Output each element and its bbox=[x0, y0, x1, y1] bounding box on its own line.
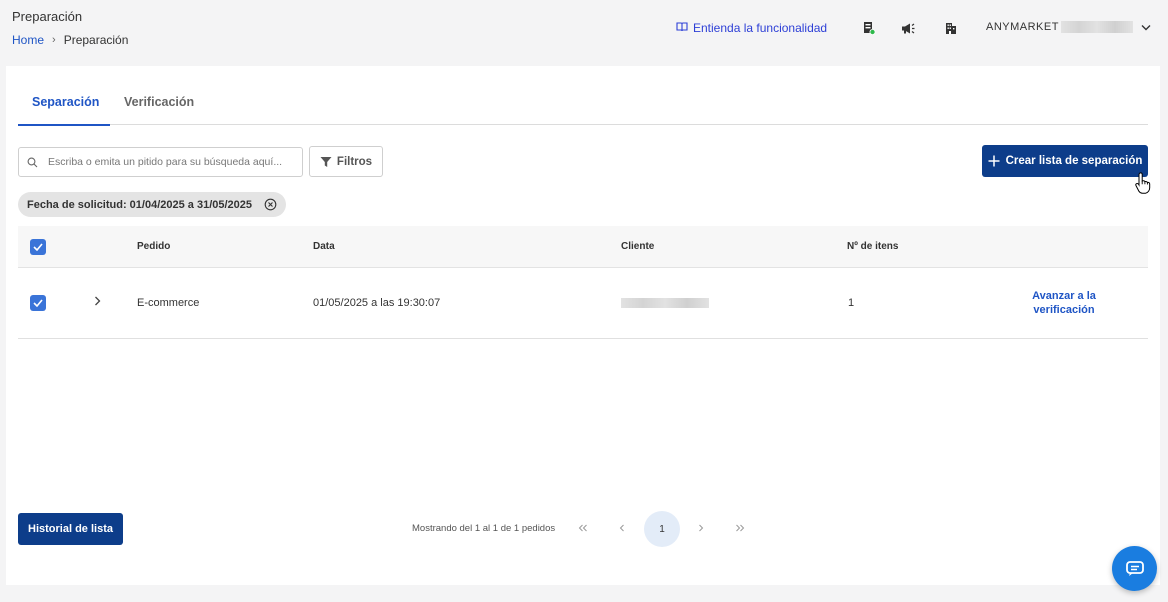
search-input[interactable] bbox=[48, 156, 288, 168]
breadcrumb: Home › Preparación bbox=[12, 33, 128, 47]
row-checkbox[interactable] bbox=[30, 295, 46, 311]
chevron-right-icon[interactable] bbox=[90, 294, 104, 308]
breadcrumb-home-link[interactable]: Home bbox=[12, 33, 44, 47]
first-page-icon[interactable] bbox=[573, 518, 593, 538]
breadcrumb-separator: › bbox=[52, 34, 56, 46]
chat-button[interactable] bbox=[1112, 546, 1157, 591]
cell-pedido: E-commerce bbox=[137, 297, 200, 309]
funnel-icon bbox=[320, 156, 332, 168]
active-filter-label: Fecha de solicitud: 01/04/2025 a 31/05/2… bbox=[27, 198, 253, 211]
column-header-cliente: Cliente bbox=[621, 241, 655, 252]
create-separation-list-button[interactable]: Crear lista de separación bbox=[982, 145, 1148, 177]
help-link-label: Entienda la funcionalidad bbox=[693, 21, 828, 35]
book-icon bbox=[676, 21, 688, 35]
chevron-down-icon bbox=[1141, 24, 1151, 31]
chat-bubble-icon bbox=[1125, 560, 1144, 577]
advance-to-verification-link[interactable]: Avanzar a la verificación bbox=[1024, 289, 1104, 317]
last-page-icon[interactable] bbox=[730, 518, 750, 538]
next-page-icon[interactable] bbox=[691, 518, 711, 538]
create-button-label: Crear lista de separación bbox=[1005, 155, 1143, 167]
account-name: ANYMARKET bbox=[986, 21, 1059, 33]
plus-icon bbox=[988, 155, 1000, 167]
account-name-redacted bbox=[1060, 21, 1133, 33]
breadcrumb-current: Preparación bbox=[63, 33, 129, 47]
column-header-data: Data bbox=[313, 241, 335, 252]
top-header: Preparación Home › Preparación Entienda … bbox=[0, 0, 1168, 64]
pagination-info: Mostrando del 1 al 1 de 1 pedidos bbox=[412, 523, 556, 534]
megaphone-icon[interactable] bbox=[899, 19, 917, 37]
tab-bar: Separación Verificación bbox=[18, 90, 1148, 126]
table-header: Pedido Data Cliente Nº de itens bbox=[18, 226, 1148, 268]
account-menu[interactable]: ANYMARKET bbox=[986, 21, 1151, 33]
hand-cursor-icon bbox=[1134, 172, 1152, 199]
column-header-items: Nº de itens bbox=[847, 241, 899, 252]
page-title: Preparación bbox=[12, 9, 83, 24]
tab-verificacion[interactable]: Verificación bbox=[124, 95, 194, 109]
active-filter-chip: Fecha de solicitud: 01/04/2025 a 31/05/2… bbox=[18, 192, 287, 217]
cliente-redacted bbox=[621, 298, 709, 308]
previous-page-icon[interactable] bbox=[612, 518, 632, 538]
cell-cliente bbox=[621, 298, 709, 311]
search-icon bbox=[27, 157, 38, 168]
main-card: Separación Verificación Filtros Crear li… bbox=[6, 66, 1160, 585]
active-tab-indicator bbox=[18, 124, 110, 126]
page-number-current[interactable]: 1 bbox=[644, 511, 680, 547]
list-history-button[interactable]: Historial de lista bbox=[18, 513, 123, 545]
column-header-pedido: Pedido bbox=[137, 241, 171, 252]
filters-button-label: Filtros bbox=[336, 155, 373, 168]
cell-items: 1 bbox=[848, 297, 855, 309]
store-status-icon[interactable] bbox=[860, 19, 878, 37]
search-box bbox=[18, 147, 303, 177]
table-row: E-commerce 01/05/2025 a las 19:30:07 1 A… bbox=[18, 268, 1148, 339]
select-all-checkbox[interactable] bbox=[30, 239, 46, 255]
tab-separacion[interactable]: Separación bbox=[32, 95, 99, 109]
building-icon[interactable] bbox=[941, 19, 959, 37]
cell-data: 01/05/2025 a las 19:30:07 bbox=[313, 297, 441, 309]
close-circle-icon[interactable] bbox=[264, 198, 277, 211]
help-link[interactable]: Entienda la funcionalidad bbox=[676, 21, 827, 35]
filters-button[interactable]: Filtros bbox=[309, 146, 383, 177]
